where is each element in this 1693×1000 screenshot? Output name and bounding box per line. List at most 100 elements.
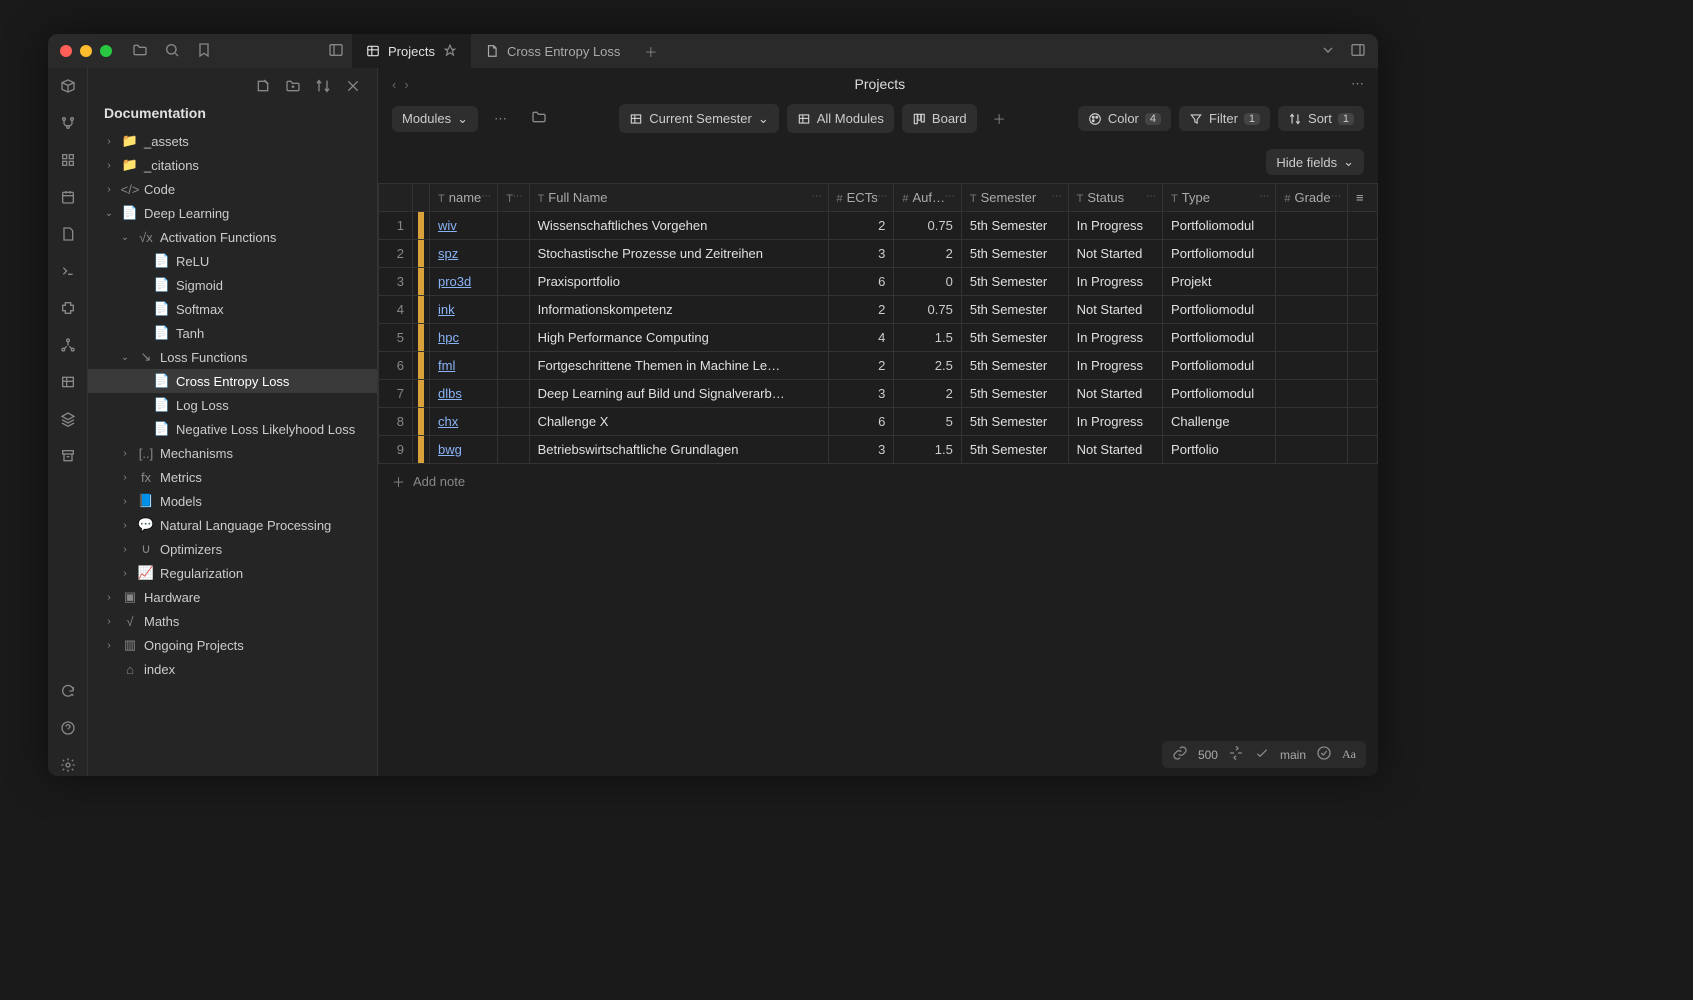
cell[interactable] [498,240,529,268]
tree-item-loss-functions[interactable]: ⌄↘Loss Functions [88,345,377,369]
cell[interactable]: In Progress [1068,212,1162,240]
tree-item-cross-entropy-loss[interactable]: 📄Cross Entropy Loss [88,369,377,393]
modules-dropdown[interactable]: Modules ⌄ [392,106,478,132]
sync-status-icon[interactable] [1228,745,1244,764]
cell[interactable] [413,212,430,240]
cell[interactable] [1348,240,1378,268]
tree-item-natural-language-processing[interactable]: ›💬Natural Language Processing [88,513,377,537]
view-current-semester[interactable]: Current Semester ⌄ [619,104,779,133]
cell[interactable]: 1.5 [894,436,961,464]
cell[interactable] [413,408,430,436]
backlinks-icon[interactable] [1172,745,1188,764]
column-header-name[interactable]: Tname⋯ [430,184,498,212]
sort-tree-icon[interactable] [315,78,331,97]
cell[interactable]: Challenge [1163,408,1276,436]
column-menu-icon[interactable]: ⋯ [481,191,491,202]
row-link[interactable]: ink [438,302,455,317]
cell[interactable]: 4 [828,324,894,352]
cell[interactable]: 6 [828,268,894,296]
column-menu-icon[interactable]: ⋯ [812,191,822,202]
search-icon[interactable] [164,42,180,61]
text-style-icon[interactable]: Aa [1342,747,1356,762]
tree-item-maths[interactable]: ›√Maths [88,609,377,633]
cell[interactable]: 4 [379,296,413,324]
cell[interactable]: Portfolio [1163,436,1276,464]
tree-item-index[interactable]: ⌂index [88,657,377,681]
column-menu-icon[interactable]: ⋯ [1331,191,1341,202]
toggle-left-panel-icon[interactable] [328,42,344,61]
column-menu-icon[interactable]: ⋯ [1146,191,1156,202]
column-menu-icon[interactable]: ⋯ [945,191,955,202]
nav-back-icon[interactable]: ‹ [392,77,396,92]
cell[interactable] [1276,380,1348,408]
table-row[interactable]: 2spzStochastische Prozesse und Zeitreihe… [379,240,1378,268]
cell[interactable]: 5th Semester [961,380,1068,408]
column-header-semester[interactable]: TSemester⋯ [961,184,1068,212]
chevron-icon[interactable]: › [102,160,116,171]
add-column-button[interactable]: ≡ [1348,184,1378,212]
table-row[interactable]: 1wivWissenschaftliches Vorgehen20.755th … [379,212,1378,240]
cell[interactable]: 9 [379,436,413,464]
open-folder-icon[interactable] [523,104,555,133]
cell[interactable]: dlbs [430,380,498,408]
column-header-col1[interactable] [413,184,430,212]
cell[interactable]: 2 [828,212,894,240]
cell[interactable]: Fortgeschrittene Themen in Machine Le… [529,352,828,380]
column-menu-icon[interactable]: ⋯ [877,191,887,202]
tree-item-code[interactable]: ›</>Code [88,177,377,201]
cell[interactable]: 5th Semester [961,240,1068,268]
cell[interactable]: 5th Semester [961,352,1068,380]
cell[interactable]: 2 [379,240,413,268]
chevron-icon[interactable]: ⌄ [118,352,132,363]
cell[interactable] [1348,352,1378,380]
table-row[interactable]: 7dlbsDeep Learning auf Bild und Signalve… [379,380,1378,408]
cell[interactable] [413,324,430,352]
hide-fields-button[interactable]: Hide fields ⌄ [1266,149,1364,175]
column-header-status[interactable]: TStatus⋯ [1068,184,1162,212]
cell[interactable]: bwg [430,436,498,464]
cell[interactable]: Deep Learning auf Bild und Signalverarb… [529,380,828,408]
view-board[interactable]: Board [902,104,977,133]
tree-item-mechanisms[interactable]: ›[..]Mechanisms [88,441,377,465]
cell[interactable] [498,324,529,352]
dropdown-icon[interactable] [1320,42,1336,61]
tree-item--citations[interactable]: ›📁_citations [88,153,377,177]
cell[interactable] [1276,296,1348,324]
tree-item-relu[interactable]: 📄ReLU [88,249,377,273]
cell[interactable] [498,268,529,296]
chevron-icon[interactable]: › [102,136,116,147]
tree-item-ongoing-projects[interactable]: ›▥Ongoing Projects [88,633,377,657]
folder-icon[interactable] [132,42,148,61]
cell[interactable] [413,380,430,408]
cell[interactable]: ink [430,296,498,324]
table-row[interactable]: 6fmlFortgeschrittene Themen in Machine L… [379,352,1378,380]
table-row[interactable]: 8chxChallenge X655th SemesterIn Progress… [379,408,1378,436]
cell[interactable]: In Progress [1068,268,1162,296]
chevron-icon[interactable]: › [118,520,132,531]
column-menu-icon[interactable]: ⋯ [1052,191,1062,202]
column-header-type[interactable]: TType⋯ [1163,184,1276,212]
chevron-icon[interactable]: › [102,616,116,627]
maximize-window[interactable] [100,45,112,57]
cell[interactable]: spz [430,240,498,268]
cell[interactable]: In Progress [1068,352,1162,380]
bookmark-icon[interactable] [196,42,212,61]
cell[interactable]: 8 [379,408,413,436]
close-window[interactable] [60,45,72,57]
row-link[interactable]: dlbs [438,386,462,401]
branch-icon[interactable] [60,115,76,134]
cell[interactable] [1348,380,1378,408]
cell[interactable] [498,352,529,380]
cell[interactable]: Portfoliomodul [1163,352,1276,380]
sync-icon[interactable] [60,683,76,702]
chevron-icon[interactable]: › [118,496,132,507]
tree-item-log-loss[interactable]: 📄Log Loss [88,393,377,417]
chevron-icon[interactable]: › [118,568,132,579]
tab-cross-entropy[interactable]: Cross Entropy Loss [471,34,634,68]
cell[interactable] [413,296,430,324]
add-tab-button[interactable]: ＋ [634,42,667,61]
tree-item-negative-loss-likelyhood-loss[interactable]: 📄Negative Loss Likelyhood Loss [88,417,377,441]
cell[interactable]: 3 [828,240,894,268]
cell[interactable]: Portfoliomodul [1163,212,1276,240]
cell[interactable] [413,352,430,380]
